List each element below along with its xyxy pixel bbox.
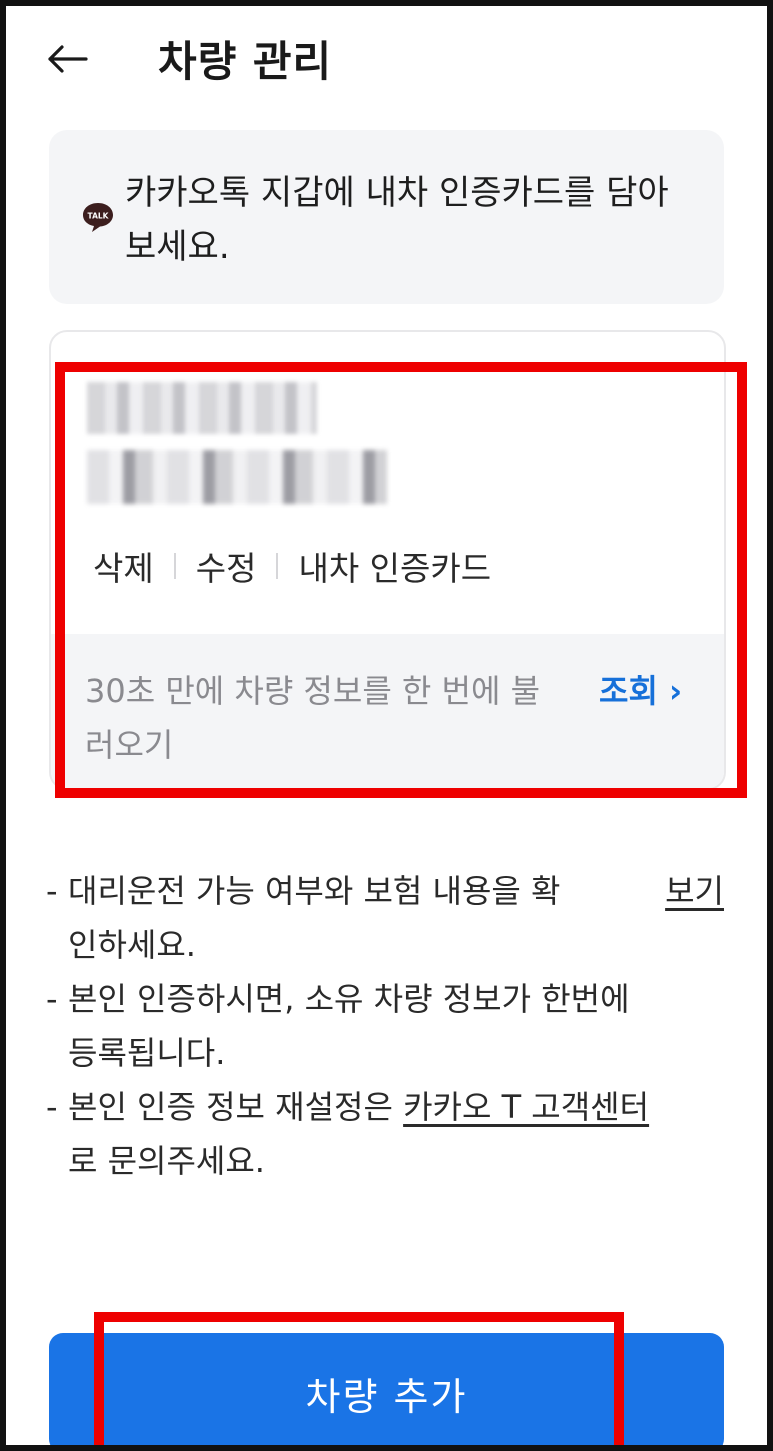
kakaotalk-icon: TALK — [83, 203, 113, 232]
note-text: 대리운전 가능 여부와 보험 내용을 확 — [68, 872, 561, 910]
page-title: 차량 관리 — [158, 37, 333, 86]
note-text: 인하세요. — [68, 926, 196, 964]
note-item: - 본인 인증하시면, 소유 차량 정보가 한번에 등록됩니다. — [46, 972, 736, 1080]
lookup-text: 30초 만에 차량 정보를 한 번에 불러오기 — [85, 672, 541, 764]
lookup-strip: 30초 만에 차량 정보를 한 번에 불러오기 조회 › — [51, 634, 724, 788]
kakaotalk-icon-label: TALK — [88, 212, 110, 221]
screen: 차량 관리 TALK 카카오톡 지갑에 내차 인증카드를 담아보세요. 삭제 수… — [6, 6, 767, 1445]
divider — [276, 553, 279, 579]
delete-button[interactable]: 삭제 — [93, 542, 154, 590]
notes: - 대리운전 가능 여부와 보험 내용을 확 인하세요. 보기 - 본인 인증하… — [46, 864, 736, 1188]
edit-button[interactable]: 수정 — [196, 542, 257, 590]
view-link[interactable]: 보기 — [665, 864, 724, 918]
wallet-banner[interactable]: TALK 카카오톡 지갑에 내차 인증카드를 담아보세요. — [49, 130, 724, 304]
bullet-dash: - — [46, 872, 58, 910]
blurred-plate-number — [87, 382, 317, 434]
bullet-dash: - — [46, 1088, 58, 1126]
note-text: 본인 인증하시면, 소유 차량 정보가 한번에 — [68, 980, 630, 1018]
note-text: 등록됩니다. — [68, 1034, 226, 1072]
customer-center-link[interactable]: 카카오 T 고객센터 — [403, 1088, 649, 1126]
note-text: 본인 인증 정보 재설정은 카카오 T 고객센터 — [68, 1080, 736, 1134]
divider — [173, 553, 176, 579]
vehicle-card: 삭제 수정 내차 인증카드 30초 만에 차량 정보를 한 번에 불러오기 조회… — [49, 330, 726, 790]
add-vehicle-button[interactable]: 차량 추가 — [49, 1333, 724, 1445]
banner-text: 카카오톡 지갑에 내차 인증카드를 담아보세요. — [125, 173, 669, 267]
arrow-left-icon — [48, 45, 88, 73]
note-text: 로 문의주세요. — [68, 1142, 265, 1180]
note-item: - 본인 인증 정보 재설정은 카카오 T 고객센터 로 문의주세요. — [46, 1080, 736, 1188]
lookup-button[interactable]: 조회 › — [599, 664, 682, 718]
back-button[interactable] — [42, 34, 92, 84]
note-item: - 대리운전 가능 여부와 보험 내용을 확 인하세요. 보기 — [46, 864, 736, 972]
bullet-dash: - — [46, 980, 58, 1018]
note-text-prefix: 본인 인증 정보 재설정은 — [68, 1088, 404, 1126]
vehicle-actions: 삭제 수정 내차 인증카드 — [93, 542, 491, 590]
blurred-vehicle-model — [87, 450, 387, 504]
my-car-card-button[interactable]: 내차 인증카드 — [298, 542, 491, 590]
